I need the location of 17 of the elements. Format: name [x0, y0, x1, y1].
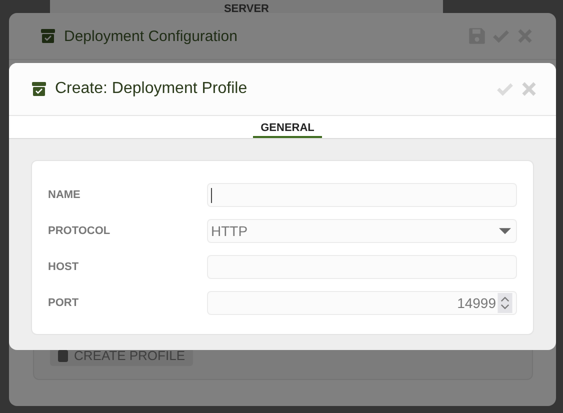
dialog-title: Deployment Configuration: [64, 28, 238, 44]
spinner-icon[interactable]: [497, 293, 513, 313]
dropdown-caret-icon: [499, 228, 511, 234]
input-field[interactable]: 14999: [207, 291, 517, 315]
field-value: HTTP: [211, 223, 248, 239]
field-label: HOST: [48, 261, 80, 273]
field-label: PORT: [48, 297, 80, 309]
dialog-title: Create: Deployment Profile: [55, 80, 248, 98]
select-field[interactable]: HTTP: [207, 219, 517, 243]
box-icon: [40, 28, 56, 44]
input-field[interactable]: [207, 183, 517, 207]
tab[interactable]: GENERAL: [252, 116, 322, 138]
field-label: PROTOCOL: [48, 225, 112, 237]
section-heading: SERVER: [224, 3, 270, 15]
field-label: NAME: [48, 189, 82, 201]
field-value: 14999: [457, 295, 496, 311]
box-icon: [31, 81, 47, 97]
